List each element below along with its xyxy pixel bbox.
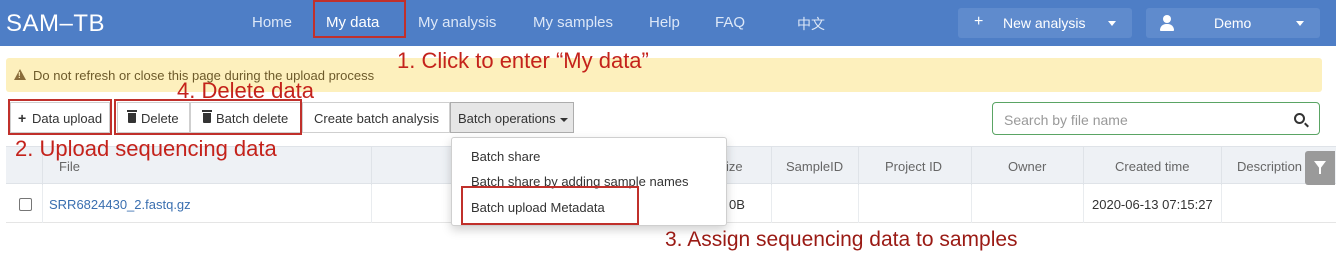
brand-logo[interactable]: SAM–TB xyxy=(6,10,105,38)
annotation-step-4: 4. Delete data xyxy=(177,78,314,103)
search-input[interactable]: Search by file name xyxy=(992,102,1320,135)
warning-icon xyxy=(14,69,26,80)
filter-icon[interactable] xyxy=(1305,151,1335,185)
row-checkbox[interactable] xyxy=(19,198,32,211)
top-navbar: SAM–TB Home My data My analysis My sampl… xyxy=(0,0,1336,46)
nav-my-analysis[interactable]: My analysis xyxy=(418,14,496,31)
highlight-box-my-data xyxy=(313,0,406,38)
column-divider xyxy=(1221,185,1222,223)
file-size: 0B xyxy=(729,197,745,212)
nav-language-chinese[interactable]: 中文 xyxy=(797,14,825,34)
column-header-sample-id[interactable]: SampleID xyxy=(786,159,843,174)
column-divider xyxy=(42,185,43,223)
file-name-link[interactable]: SRR6824430_2.fastq.gz xyxy=(49,197,191,212)
column-divider xyxy=(1083,185,1084,223)
highlight-box-data-upload xyxy=(8,99,112,135)
highlight-box-batch-upload-metadata xyxy=(461,186,639,225)
caret-down-icon xyxy=(560,118,568,122)
column-header-project-id[interactable]: Project ID xyxy=(885,159,942,174)
column-divider xyxy=(971,185,972,223)
annotation-step-1: 1. Click to enter “My data” xyxy=(397,48,649,73)
caret-down-icon xyxy=(1108,21,1116,26)
column-divider xyxy=(1083,147,1084,185)
column-header-created-time[interactable]: Created time xyxy=(1115,159,1189,174)
new-analysis-button[interactable]: + New analysis xyxy=(958,8,1132,38)
search-icon[interactable] xyxy=(1294,113,1305,124)
column-divider xyxy=(971,147,972,185)
new-analysis-label: New analysis xyxy=(1003,15,1086,31)
user-icon xyxy=(1160,15,1174,31)
column-header-description[interactable]: Description xyxy=(1237,159,1302,174)
column-divider xyxy=(858,185,859,223)
column-header-size[interactable]: ize xyxy=(726,159,743,174)
nav-faq[interactable]: FAQ xyxy=(715,14,745,31)
user-menu-button[interactable]: Demo xyxy=(1146,8,1320,38)
column-divider xyxy=(771,147,772,185)
plus-icon: + xyxy=(974,13,984,30)
column-header-owner[interactable]: Owner xyxy=(1008,159,1046,174)
annotation-step-3: 3. Assign sequencing data to samples xyxy=(665,228,1018,251)
nav-my-samples[interactable]: My samples xyxy=(533,14,613,31)
column-divider xyxy=(371,147,372,185)
created-time: 2020-06-13 07:15:27 xyxy=(1092,197,1213,212)
caret-down-icon xyxy=(1296,21,1304,26)
column-divider xyxy=(371,185,372,223)
menu-item-batch-share[interactable]: Batch share xyxy=(471,149,540,164)
create-batch-analysis-button[interactable]: Create batch analysis xyxy=(302,102,450,133)
annotation-step-2: 2. Upload sequencing data xyxy=(15,136,277,161)
nav-help[interactable]: Help xyxy=(649,14,680,31)
column-divider xyxy=(1221,147,1222,185)
search-placeholder: Search by file name xyxy=(1004,112,1128,128)
user-name: Demo xyxy=(1214,15,1252,31)
column-divider xyxy=(771,185,772,223)
batch-operations-button[interactable]: Batch operations xyxy=(450,102,574,133)
batch-operations-label: Batch operations xyxy=(458,111,556,126)
column-divider xyxy=(858,147,859,185)
create-batch-analysis-label: Create batch analysis xyxy=(314,111,440,126)
nav-home[interactable]: Home xyxy=(252,14,292,31)
highlight-box-delete xyxy=(114,99,302,135)
